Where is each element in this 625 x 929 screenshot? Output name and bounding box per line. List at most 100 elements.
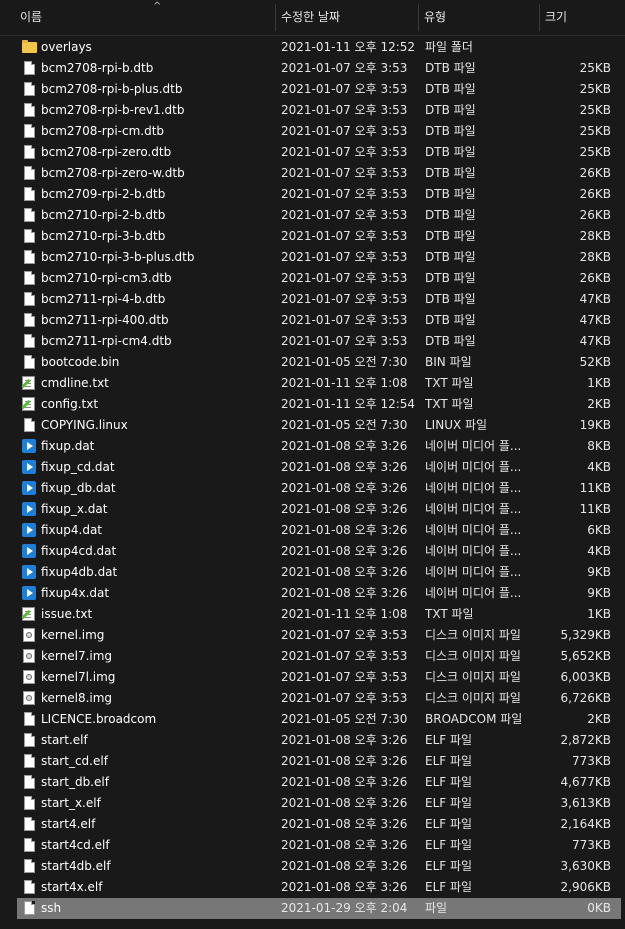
sort-ascending-icon: ^ [153,1,162,12]
file-row[interactable]: bcm2708-rpi-cm.dtb 2021-01-07 오후 3:53 DTB … [0,121,625,142]
file-row[interactable]: bcm2708-rpi-zero-w.dtb 2021-01-07 오후 3:53… [0,163,625,184]
file-row[interactable]: start.elf 2021-01-08 오후 3:26 ELF 파일 2,872KB [0,730,625,751]
file-type: 네이버 미디어 플... [425,439,522,453]
text-file-icon [22,376,35,390]
file-icon [24,733,35,747]
file-row[interactable]: kernel7l.img 2021-01-07 오후 3:53 디스크 이미지 파일… [0,667,625,688]
file-row[interactable]: fixup4db.dat 2021-01-08 오후 3:26 네이버 미디어 플.… [0,562,625,583]
column-header-size-label: 크기 [545,10,568,24]
file-size: 2KB [587,712,611,726]
column-header-type[interactable]: 유형 [418,0,539,35]
file-row[interactable]: kernel8.img 2021-01-07 오후 3:53 디스크 이미지 파일 6… [0,688,625,709]
file-size: 1KB [587,376,611,390]
media-file-icon [22,460,36,474]
file-row[interactable]: bcm2710-rpi-3-b-plus.dtb 2021-01-07 오후 3:… [0,247,625,268]
file-row[interactable]: bcm2710-rpi-3-b.dtb 2021-01-07 오후 3:53 DTB… [0,226,625,247]
file-type: DTB 파일 [425,187,476,201]
file-row[interactable]: bcm2711-rpi-4-b.dtb 2021-01-07 오후 3:53 DTB… [0,289,625,310]
file-explorer: 이름 ^ 수정한 날짜 유형 크기 overlays 2021-01-11 오후 … [0,0,625,929]
file-row[interactable]: fixup4.dat 2021-01-08 오후 3:26 네이버 미디어 플...… [0,520,625,541]
file-icon [24,355,35,369]
file-date: 2021-01-07 오후 3:53 [281,691,408,705]
file-row[interactable]: config.txt 2021-01-11 오후 12:54 TXT 파일 2KB [0,394,625,415]
file-row[interactable]: LICENCE.broadcom 2021-01-05 오전 7:30 BROADC… [0,709,625,730]
file-size: 3,613KB [560,796,611,810]
file-row[interactable]: start4x.elf 2021-01-08 오후 3:26 ELF 파일 2,906… [0,877,625,898]
file-row[interactable]: bcm2708-rpi-b-plus.dtb 2021-01-07 오후 3:53… [0,79,625,100]
file-row[interactable]: fixup4cd.dat 2021-01-08 오후 3:26 네이버 미디어 플.… [0,541,625,562]
file-type: DTB 파일 [425,271,476,285]
file-type: DTB 파일 [425,292,476,306]
file-row[interactable]: start4.elf 2021-01-08 오후 3:26 ELF 파일 2,164K… [0,814,625,835]
media-file-icon [22,544,36,558]
file-row[interactable]: bcm2708-rpi-b-rev1.dtb 2021-01-07 오후 3:53… [0,100,625,121]
file-size: 773KB [571,754,611,768]
file-row[interactable]: kernel.img 2021-01-07 오후 3:53 디스크 이미지 파일 5,… [0,625,625,646]
file-date: 2021-01-05 오전 7:30 [281,355,408,369]
file-name: start4db.elf [41,859,111,873]
file-name: bcm2708-rpi-zero.dtb [41,145,172,159]
column-header-size[interactable]: 크기 [539,0,625,35]
file-size: 1KB [587,607,611,621]
file-row[interactable]: fixup_x.dat 2021-01-08 오후 3:26 네이버 미디어 플..… [0,499,625,520]
file-name: fixup4x.dat [41,586,110,600]
column-header-name[interactable]: 이름 ^ [14,0,274,35]
file-date: 2021-01-08 오후 3:26 [281,796,408,810]
file-date: 2021-01-07 오후 3:53 [281,628,408,642]
file-row[interactable]: start_db.elf 2021-01-08 오후 3:26 ELF 파일 4,67… [0,772,625,793]
file-row[interactable]: COPYING.linux 2021-01-05 오전 7:30 LINUX 파일 1… [0,415,625,436]
file-row[interactable]: fixup.dat 2021-01-08 오후 3:26 네이버 미디어 플... 8… [0,436,625,457]
file-size: 11KB [579,481,611,495]
file-size: 28KB [579,250,611,264]
file-type: DTB 파일 [425,208,476,222]
file-size: 4KB [587,460,611,474]
file-type: DTB 파일 [425,229,476,243]
media-file-icon [22,502,36,516]
file-row[interactable]: start4db.elf 2021-01-08 오후 3:26 ELF 파일 3,63… [0,856,625,877]
file-icon [24,292,35,306]
file-row[interactable]: bcm2711-rpi-cm4.dtb 2021-01-07 오후 3:53 DTB… [0,331,625,352]
file-date: 2021-01-08 오후 3:26 [281,586,408,600]
column-header-date[interactable]: 수정한 날짜 [275,0,418,35]
file-date: 2021-01-07 오후 3:53 [281,250,408,264]
media-file-icon [22,481,36,495]
file-row[interactable]: bcm2708-rpi-zero.dtb 2021-01-07 오후 3:53 DT… [0,142,625,163]
file-row[interactable]: ssh 2021-01-29 오후 2:04 파일 0KB [17,898,621,919]
file-icon [24,334,35,348]
file-name: kernel7.img [41,649,113,663]
file-type: ELF 파일 [425,796,473,810]
file-size: 25KB [579,82,611,96]
file-row[interactable]: bcm2710-rpi-2-b.dtb 2021-01-07 오후 3:53 DTB… [0,205,625,226]
file-date: 2021-01-07 오후 3:53 [281,271,408,285]
file-size: 6,003KB [560,670,611,684]
file-row[interactable]: bcm2708-rpi-b.dtb 2021-01-07 오후 3:53 DTB 파… [0,58,625,79]
file-icon [24,103,35,117]
file-row[interactable]: fixup_db.dat 2021-01-08 오후 3:26 네이버 미디어 플.… [0,478,625,499]
file-row[interactable]: cmdline.txt 2021-01-11 오후 1:08 TXT 파일 1KB [0,373,625,394]
file-name: bcm2708-rpi-zero-w.dtb [41,166,185,180]
file-date: 2021-01-11 오후 1:08 [281,607,408,621]
file-type: DTB 파일 [425,145,476,159]
file-row[interactable]: bcm2711-rpi-400.dtb 2021-01-07 오후 3:53 DTB… [0,310,625,331]
file-row[interactable]: bcm2710-rpi-cm3.dtb 2021-01-07 오후 3:53 DTB… [0,268,625,289]
file-date: 2021-01-08 오후 3:26 [281,460,408,474]
file-row[interactable]: bootcode.bin 2021-01-05 오전 7:30 BIN 파일 52KB [0,352,625,373]
file-row[interactable]: bcm2709-rpi-2-b.dtb 2021-01-07 오후 3:53 DTB… [0,184,625,205]
file-date: 2021-01-08 오후 3:26 [281,859,408,873]
file-row[interactable]: start_x.elf 2021-01-08 오후 3:26 ELF 파일 3,613… [0,793,625,814]
file-row[interactable]: fixup_cd.dat 2021-01-08 오후 3:26 네이버 미디어 플.… [0,457,625,478]
file-row[interactable]: kernel7.img 2021-01-07 오후 3:53 디스크 이미지 파일 5… [0,646,625,667]
file-icon [24,880,35,894]
file-type: 디스크 이미지 파일 [425,691,521,705]
file-size: 25KB [579,61,611,75]
file-name: bootcode.bin [41,355,120,369]
file-row[interactable]: start_cd.elf 2021-01-08 오후 3:26 ELF 파일 773K… [0,751,625,772]
file-row[interactable]: start4cd.elf 2021-01-08 오후 3:26 ELF 파일 773K… [0,835,625,856]
file-row[interactable]: overlays 2021-01-11 오후 12:52 파일 폴더 [0,37,625,58]
file-row[interactable]: fixup4x.dat 2021-01-08 오후 3:26 네이버 미디어 플..… [0,583,625,604]
file-date: 2021-01-29 오후 2:04 [281,901,408,915]
file-row[interactable]: issue.txt 2021-01-11 오후 1:08 TXT 파일 1KB [0,604,625,625]
file-type: 디스크 이미지 파일 [425,628,521,642]
file-size: 5,329KB [560,628,611,642]
file-size: 26KB [579,187,611,201]
